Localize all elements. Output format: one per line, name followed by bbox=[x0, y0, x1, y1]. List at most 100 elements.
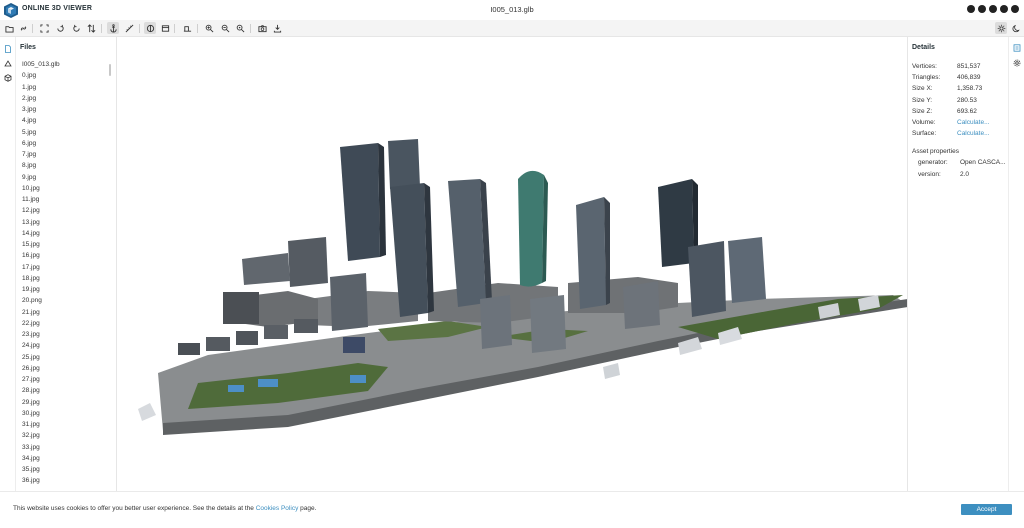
theme-dark-button[interactable] bbox=[1010, 22, 1022, 34]
file-list-item[interactable]: 19.jpg bbox=[22, 284, 60, 295]
left-panel-switcher bbox=[0, 37, 16, 491]
asset-property-label: generator: bbox=[918, 159, 948, 166]
fix-up-vector-button[interactable] bbox=[85, 22, 97, 34]
file-list-item[interactable]: 6.jpg bbox=[22, 138, 60, 149]
file-list-item[interactable]: 15.jpg bbox=[22, 239, 60, 250]
perspective-icon bbox=[146, 24, 154, 32]
measure-icon bbox=[125, 24, 133, 32]
facebook-icon[interactable] bbox=[1000, 5, 1008, 13]
file-list-item[interactable]: 3.jpg bbox=[22, 104, 60, 115]
github-icon[interactable] bbox=[1011, 5, 1019, 13]
file-list-item[interactable]: 16.jpg bbox=[22, 250, 60, 261]
theme-light-button[interactable] bbox=[995, 22, 1007, 34]
file-list-item[interactable]: 31.jpg bbox=[22, 419, 60, 430]
right-panel-switcher bbox=[1008, 37, 1024, 491]
file-list-item[interactable]: 8.jpg bbox=[22, 160, 60, 171]
meshes-tab-icon[interactable] bbox=[4, 74, 12, 82]
heart-icon[interactable] bbox=[978, 5, 986, 13]
files-scrollbar[interactable] bbox=[109, 64, 111, 76]
file-list-item[interactable]: 29.jpg bbox=[22, 397, 60, 408]
flip-up-vector-button[interactable] bbox=[70, 22, 82, 34]
file-list-item[interactable]: 13.jpg bbox=[22, 217, 60, 228]
zoom-out-button[interactable] bbox=[219, 22, 231, 34]
file-list-item[interactable]: 17.jpg bbox=[22, 262, 60, 273]
file-list-item[interactable]: 23.jpg bbox=[22, 329, 60, 340]
details-tab-icon[interactable] bbox=[1013, 44, 1021, 52]
orthographic-camera-button[interactable] bbox=[159, 22, 171, 34]
file-list-item[interactable]: 28.jpg bbox=[22, 385, 60, 396]
file-list-item[interactable]: 30.jpg bbox=[22, 408, 60, 419]
file-list-item[interactable]: 1.jpg bbox=[22, 82, 60, 93]
accept-cookies-button[interactable]: Accept bbox=[961, 504, 1012, 515]
file-list-item[interactable]: 2.jpg bbox=[22, 93, 60, 104]
toolbar-separator bbox=[101, 24, 102, 33]
fit-icon bbox=[39, 23, 49, 33]
perspective-camera-button[interactable] bbox=[144, 22, 156, 34]
file-list-item[interactable]: 4.jpg bbox=[22, 115, 60, 126]
file-list-item[interactable]: 32.jpg bbox=[22, 430, 60, 441]
settings-gear-icon[interactable] bbox=[1013, 59, 1021, 67]
file-list-item[interactable]: 34.jpg bbox=[22, 453, 60, 464]
file-list-item[interactable]: 12.jpg bbox=[22, 205, 60, 216]
file-list-item[interactable]: 0.jpg bbox=[22, 70, 60, 81]
toolbar-separator bbox=[139, 24, 140, 33]
file-list-item[interactable]: 33.jpg bbox=[22, 442, 60, 453]
link-icon bbox=[20, 25, 26, 31]
detail-label: Size X: bbox=[912, 85, 933, 93]
detail-label: Volume: bbox=[912, 119, 936, 126]
export-button[interactable] bbox=[271, 22, 283, 34]
file-list-item[interactable]: 35.jpg bbox=[22, 464, 60, 475]
file-list-item[interactable]: 5.jpg bbox=[22, 127, 60, 138]
files-panel: Files I005_013.glb 0.jpg 1.jpg 2.jpg 3.jpg 4.… bbox=[16, 37, 117, 491]
file-list-item[interactable]: 27.jpg bbox=[22, 374, 60, 385]
file-list-item[interactable]: 25.jpg bbox=[22, 352, 60, 363]
fit-to-window-button[interactable] bbox=[38, 22, 50, 34]
file-list-item[interactable]: 22.jpg bbox=[22, 318, 60, 329]
zoom-fit-button[interactable] bbox=[234, 22, 246, 34]
cookie-consent-bar: This website uses cookies to offer you b… bbox=[0, 491, 1024, 528]
file-list-item[interactable]: I005_013.glb bbox=[22, 59, 60, 70]
toolbar-separator bbox=[32, 24, 33, 33]
file-list-item[interactable]: 10.jpg bbox=[22, 183, 60, 194]
set-up-vector-button[interactable] bbox=[54, 22, 66, 34]
app-window: ONLINE 3D VIEWER I005_013.glb Files I005… bbox=[0, 0, 1024, 528]
discussion-icon[interactable] bbox=[989, 5, 997, 13]
toolbar-separator bbox=[250, 24, 251, 33]
sun-icon bbox=[997, 24, 1005, 32]
detail-label: Surface: bbox=[912, 130, 937, 138]
snapshot-button[interactable] bbox=[256, 22, 268, 34]
calculate-link[interactable]: Calculate... bbox=[957, 129, 990, 138]
open-file-button[interactable] bbox=[3, 22, 15, 34]
file-list-item[interactable]: 24.jpg bbox=[22, 340, 60, 351]
file-list-item[interactable]: 20.png bbox=[22, 295, 60, 306]
detail-label: Triangles: bbox=[912, 74, 941, 82]
zoom-in-button[interactable] bbox=[203, 22, 215, 34]
file-list-item[interactable]: 21.jpg bbox=[22, 307, 60, 318]
asset-properties-title: Asset properties bbox=[912, 148, 959, 155]
detail-value: 280.53 bbox=[957, 96, 977, 104]
header: ONLINE 3D VIEWER I005_013.glb bbox=[0, 0, 1024, 20]
free-orbit-button[interactable] bbox=[107, 22, 119, 34]
detail-label: Size Y: bbox=[912, 96, 933, 104]
file-list-item[interactable]: 9.jpg bbox=[22, 172, 60, 183]
details-panel-title: Details bbox=[912, 44, 935, 51]
file-list-item[interactable]: 11.jpg bbox=[22, 194, 60, 205]
edges-button[interactable] bbox=[181, 22, 193, 34]
file-list-item[interactable]: 36.jpg bbox=[22, 475, 60, 486]
calculate-link[interactable]: Calculate... bbox=[957, 118, 990, 127]
city-model-render[interactable] bbox=[118, 37, 907, 491]
rotate-icon bbox=[56, 24, 64, 32]
measure-button[interactable] bbox=[123, 22, 135, 34]
open-url-button[interactable] bbox=[17, 22, 29, 34]
files-tab-icon[interactable] bbox=[4, 45, 12, 53]
asset-property-value: 2.0 bbox=[960, 170, 970, 178]
file-list-item[interactable]: 14.jpg bbox=[22, 228, 60, 239]
file-list-item[interactable]: 26.jpg bbox=[22, 363, 60, 374]
cookies-policy-link[interactable]: Cookies Policy bbox=[256, 505, 299, 512]
file-list-item[interactable]: 7.jpg bbox=[22, 149, 60, 160]
file-list-item[interactable]: 18.jpg bbox=[22, 273, 60, 284]
materials-tab-icon[interactable] bbox=[4, 60, 12, 68]
model-viewer-canvas[interactable] bbox=[118, 37, 907, 491]
info-icon[interactable] bbox=[967, 5, 975, 13]
cookie-message: This website uses cookies to offer you b… bbox=[13, 505, 316, 512]
